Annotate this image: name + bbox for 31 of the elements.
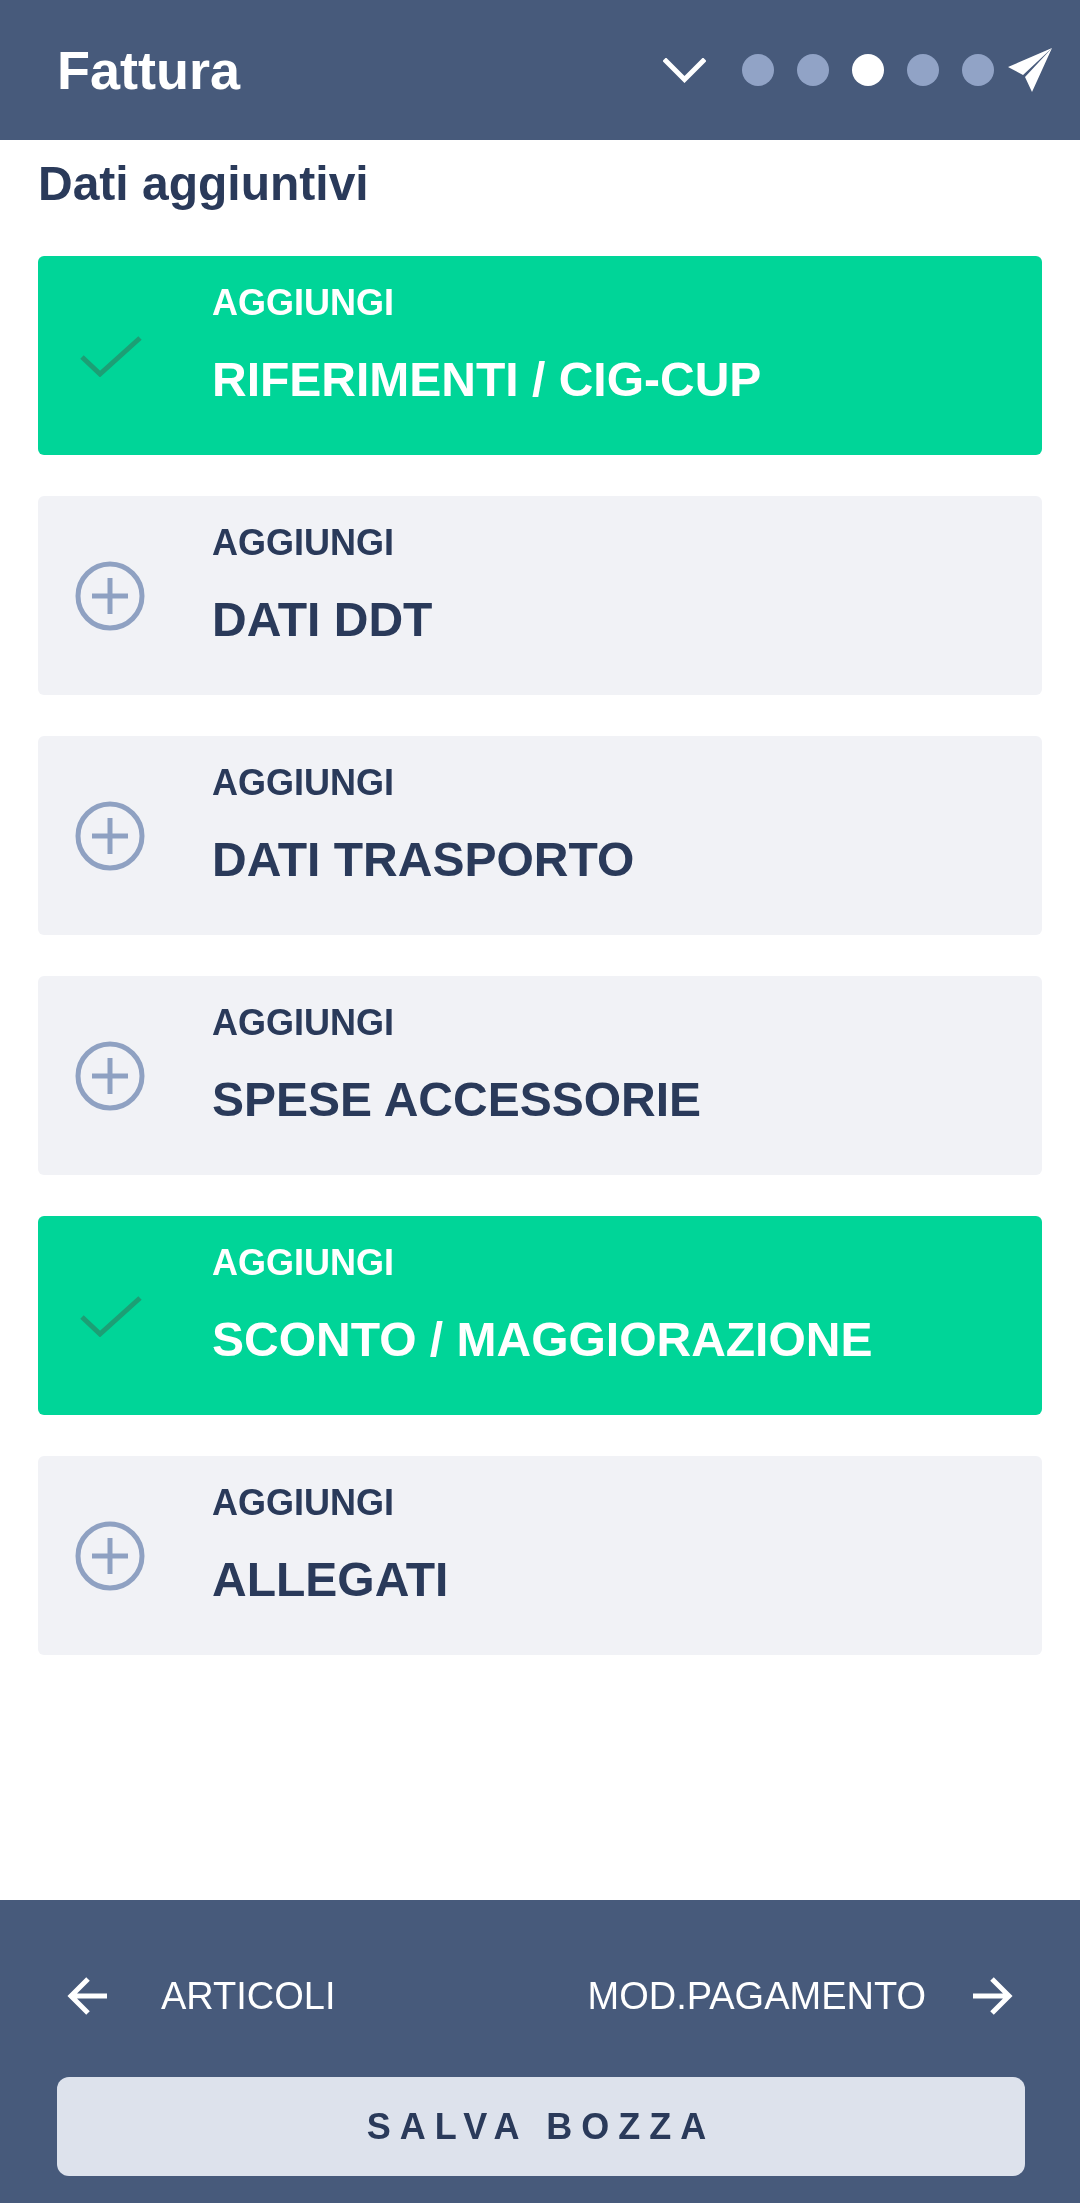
checkmark-icon <box>79 1294 143 1337</box>
plus-circle-icon <box>75 560 145 631</box>
section-title: SCONTO / MAGGIORAZIONE <box>212 1312 873 1368</box>
plus-circle-icon <box>75 800 145 871</box>
section-title: ALLEGATI <box>212 1552 449 1608</box>
section-card[interactable]: AGGIUNGI DATI TRASPORTO <box>38 736 1042 935</box>
page-title: Fattura <box>57 39 240 102</box>
section-title: RIFERIMENTI / CIG-CUP <box>212 352 762 408</box>
action-label: AGGIUNGI <box>212 1481 394 1525</box>
section-title: DATI DDT <box>212 592 433 648</box>
arrow-right-icon <box>971 1976 1013 2016</box>
arrow-left-icon <box>67 1976 109 2016</box>
section-title: SPESE ACCESSORIE <box>212 1072 702 1128</box>
previous-step-button[interactable]: ARTICOLI <box>57 1968 336 2024</box>
section-card[interactable]: AGGIUNGI DATI DDT <box>38 496 1042 695</box>
next-step-button[interactable]: MOD.PAGAMENTO <box>587 1968 1023 2024</box>
section-title: DATI TRASPORTO <box>212 832 635 888</box>
save-draft-button[interactable]: SALVA BOZZA <box>57 2077 1025 2176</box>
chevron-down-icon[interactable] <box>663 57 706 83</box>
action-label: AGGIUNGI <box>212 761 394 805</box>
checkmark-icon <box>79 334 143 377</box>
paper-plane-icon[interactable] <box>1008 48 1052 92</box>
plus-circle-icon <box>75 1040 145 1111</box>
section-card[interactable]: AGGIUNGI SPESE ACCESSORIE <box>38 976 1042 1175</box>
section-card[interactable]: AGGIUNGI ALLEGATI <box>38 1456 1042 1655</box>
action-label: AGGIUNGI <box>212 1001 394 1045</box>
section-heading: Dati aggiuntivi <box>38 156 370 212</box>
action-label: AGGIUNGI <box>212 521 394 565</box>
action-label: AGGIUNGI <box>212 281 394 325</box>
plus-circle-icon <box>75 1520 145 1591</box>
action-label: AGGIUNGI <box>212 1241 394 1285</box>
